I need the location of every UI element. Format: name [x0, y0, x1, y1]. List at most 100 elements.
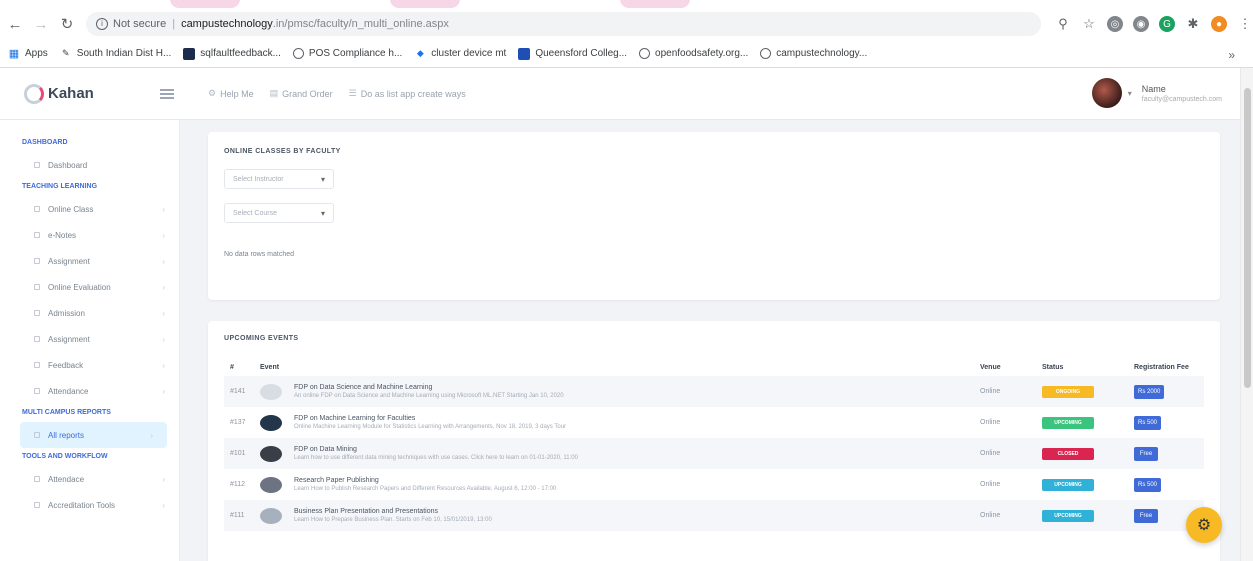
bookmark-item[interactable]: campustechnology...: [760, 48, 867, 59]
header-no: #: [230, 363, 234, 371]
settings-fab-icon[interactable]: ⚙: [1186, 507, 1222, 543]
sidebar-item-accreditation-tools[interactable]: Accreditation Tools ›: [0, 492, 179, 518]
event-status-cell: Ongoing: [1042, 376, 1134, 407]
card-title: ONLINE CLASSES BY FACULTY: [224, 148, 341, 155]
fee-button[interactable]: Free: [1134, 446, 1158, 461]
page-scrollbar[interactable]: [1240, 68, 1253, 561]
sidebar-item-label: Attendance: [48, 386, 89, 396]
chevron-down-icon[interactable]: ▾: [1128, 89, 1132, 98]
table-row[interactable]: #137 FDP on Machine Learning for Facultie…: [224, 407, 1204, 438]
event-cell: FDP on Data Science and Machine Learning…: [294, 376, 980, 407]
event-title[interactable]: Research Paper Publishing: [294, 477, 980, 484]
user-menu[interactable]: ▾ Name faculty@campustech.com: [1091, 78, 1222, 108]
extension-icon[interactable]: ◉: [1133, 16, 1149, 32]
more-icon[interactable]: ⋮: [1237, 16, 1253, 32]
header-link[interactable]: ⚙ Help Me: [208, 88, 254, 99]
item-icon: [34, 388, 40, 394]
event-thumb-cell: [260, 438, 294, 469]
sidebar-item-assignment-2[interactable]: Assignment ›: [0, 326, 179, 352]
sidebar-heading: TEACHING LEARNING: [22, 183, 98, 190]
header-event-spacer: [294, 358, 980, 376]
bookmark-item[interactable]: Queensford Colleg...: [518, 47, 628, 60]
header-link[interactable]: ☰ Do as list app create ways: [349, 88, 466, 99]
table-header-row: # Event Venue Status Registration Fee: [224, 358, 1204, 376]
bookmark-item[interactable]: ✎ South Indian Dist H...: [60, 48, 171, 60]
event-no: #112: [230, 481, 246, 488]
sidebar-item-dashboard[interactable]: Dashboard: [0, 152, 179, 178]
page-icon: ◆: [416, 48, 424, 58]
sidebar-item-feedback[interactable]: Feedback ›: [0, 352, 179, 378]
bookmark-apps[interactable]: ▦ Apps: [8, 48, 48, 60]
sidebar-item-label: Online Evaluation: [48, 282, 111, 292]
header-fee: Registration Fee: [1134, 363, 1189, 371]
bookmarks-overflow-icon[interactable]: »: [1228, 48, 1235, 62]
event-title[interactable]: FDP on Machine Learning for Faculties: [294, 415, 980, 422]
sidebar-item-label: Assignment: [48, 334, 90, 344]
sidebar-item-label: Accreditation Tools: [48, 500, 115, 510]
event-description: An online FDP on Data Science and Machin…: [294, 393, 564, 399]
event-description: Learn How to Prepare Business Plan. Star…: [294, 517, 492, 523]
zoom-icon[interactable]: ⚲: [1055, 16, 1071, 32]
sidebar-item-attendance[interactable]: Attendance ›: [0, 378, 179, 404]
url-input[interactable]: i Not secure | campustechnology .in/pmsc…: [86, 12, 1041, 36]
sidebar-item-attendace[interactable]: Attendace ›: [0, 466, 179, 492]
back-icon[interactable]: ←: [4, 13, 26, 35]
event-thumb-cell: [260, 376, 294, 407]
status-badge: Upcoming: [1042, 416, 1094, 429]
scrollbar-thumb[interactable]: [1244, 88, 1251, 388]
sidebar-item-assignment[interactable]: Assignment ›: [0, 248, 179, 274]
url-separator: |: [172, 18, 176, 30]
sidebar-item-all-reports[interactable]: All reports ›: [20, 422, 167, 448]
hamburger-menu-icon[interactable]: [160, 88, 174, 99]
puzzle-icon[interactable]: ✱: [1185, 16, 1201, 32]
event-venue: Online: [980, 481, 1001, 488]
header-link[interactable]: ▤ Grand Order: [270, 88, 333, 99]
fee-button[interactable]: Rs 2000: [1134, 384, 1165, 399]
event-title[interactable]: FDP on Data Mining: [294, 446, 980, 453]
app-logo[interactable]: Kahan: [0, 83, 160, 104]
fee-button[interactable]: Rs 500: [1134, 415, 1162, 430]
sidebar-item-admission[interactable]: Admission ›: [0, 300, 179, 326]
reload-icon[interactable]: ↻: [56, 13, 78, 35]
table-row[interactable]: #112 Research Paper Publishing Learn How t…: [224, 469, 1204, 500]
bookmark-item[interactable]: sqlfaultfeedback...: [183, 47, 281, 60]
bookmark-item[interactable]: POS Compliance h...: [292, 48, 402, 59]
event-thumbnail: [260, 507, 282, 524]
course-select[interactable]: Select Course ▾: [224, 203, 334, 223]
header-status: Status: [1042, 363, 1064, 371]
sidebar-item-label: e-Notes: [48, 230, 77, 240]
table-row[interactable]: #111 Business Plan Presentation and Prese…: [224, 500, 1204, 531]
event-fee-cell: Free: [1134, 438, 1204, 469]
item-icon: [34, 258, 40, 264]
fee-button[interactable]: Rs 500: [1134, 477, 1162, 492]
apps-icon: ▦: [8, 48, 20, 60]
profile-icon[interactable]: ●: [1211, 16, 1227, 32]
star-icon[interactable]: ☆: [1081, 16, 1097, 32]
table-row[interactable]: #141 FDP on Data Science and Machine Lear…: [224, 376, 1204, 407]
avatar[interactable]: [1091, 78, 1122, 108]
sidebar-item-online-class[interactable]: Online Class ›: [0, 196, 179, 222]
event-title[interactable]: FDP on Data Science and Machine Learning: [294, 384, 980, 391]
extension-icon[interactable]: ◎: [1107, 16, 1123, 32]
event-no: #111: [224, 500, 260, 531]
table-row[interactable]: #101 FDP on Data Mining Learn how to use d…: [224, 438, 1204, 469]
item-icon: [34, 502, 40, 508]
bookmark-label: Queensford Colleg...: [535, 48, 628, 59]
chevron-right-icon: ›: [162, 230, 165, 240]
sidebar-item-online-evaluation[interactable]: Online Evaluation ›: [0, 274, 179, 300]
bookmark-item[interactable]: openfoodsafety.org...: [639, 48, 748, 59]
status-badge: Upcoming: [1042, 509, 1094, 522]
info-icon[interactable]: i: [96, 18, 108, 30]
forward-icon[interactable]: →: [30, 13, 52, 35]
fee-button[interactable]: Free: [1134, 508, 1158, 523]
event-description: Learn how to use different data mining t…: [294, 455, 578, 461]
item-icon: [34, 206, 40, 212]
sidebar-item-enotes[interactable]: e-Notes ›: [0, 222, 179, 248]
bookmark-item[interactable]: ◆ cluster device mt: [414, 48, 507, 60]
grammarly-icon[interactable]: G: [1159, 16, 1175, 32]
event-title[interactable]: Business Plan Presentation and Presentat…: [294, 508, 980, 515]
status-badge: Closed: [1042, 447, 1094, 460]
address-bar: ← → ↻ i Not secure | campustechnology .i…: [0, 8, 1253, 40]
instructor-select[interactable]: Select Instructor ▾: [224, 169, 334, 189]
chevron-right-icon: ›: [162, 334, 165, 344]
